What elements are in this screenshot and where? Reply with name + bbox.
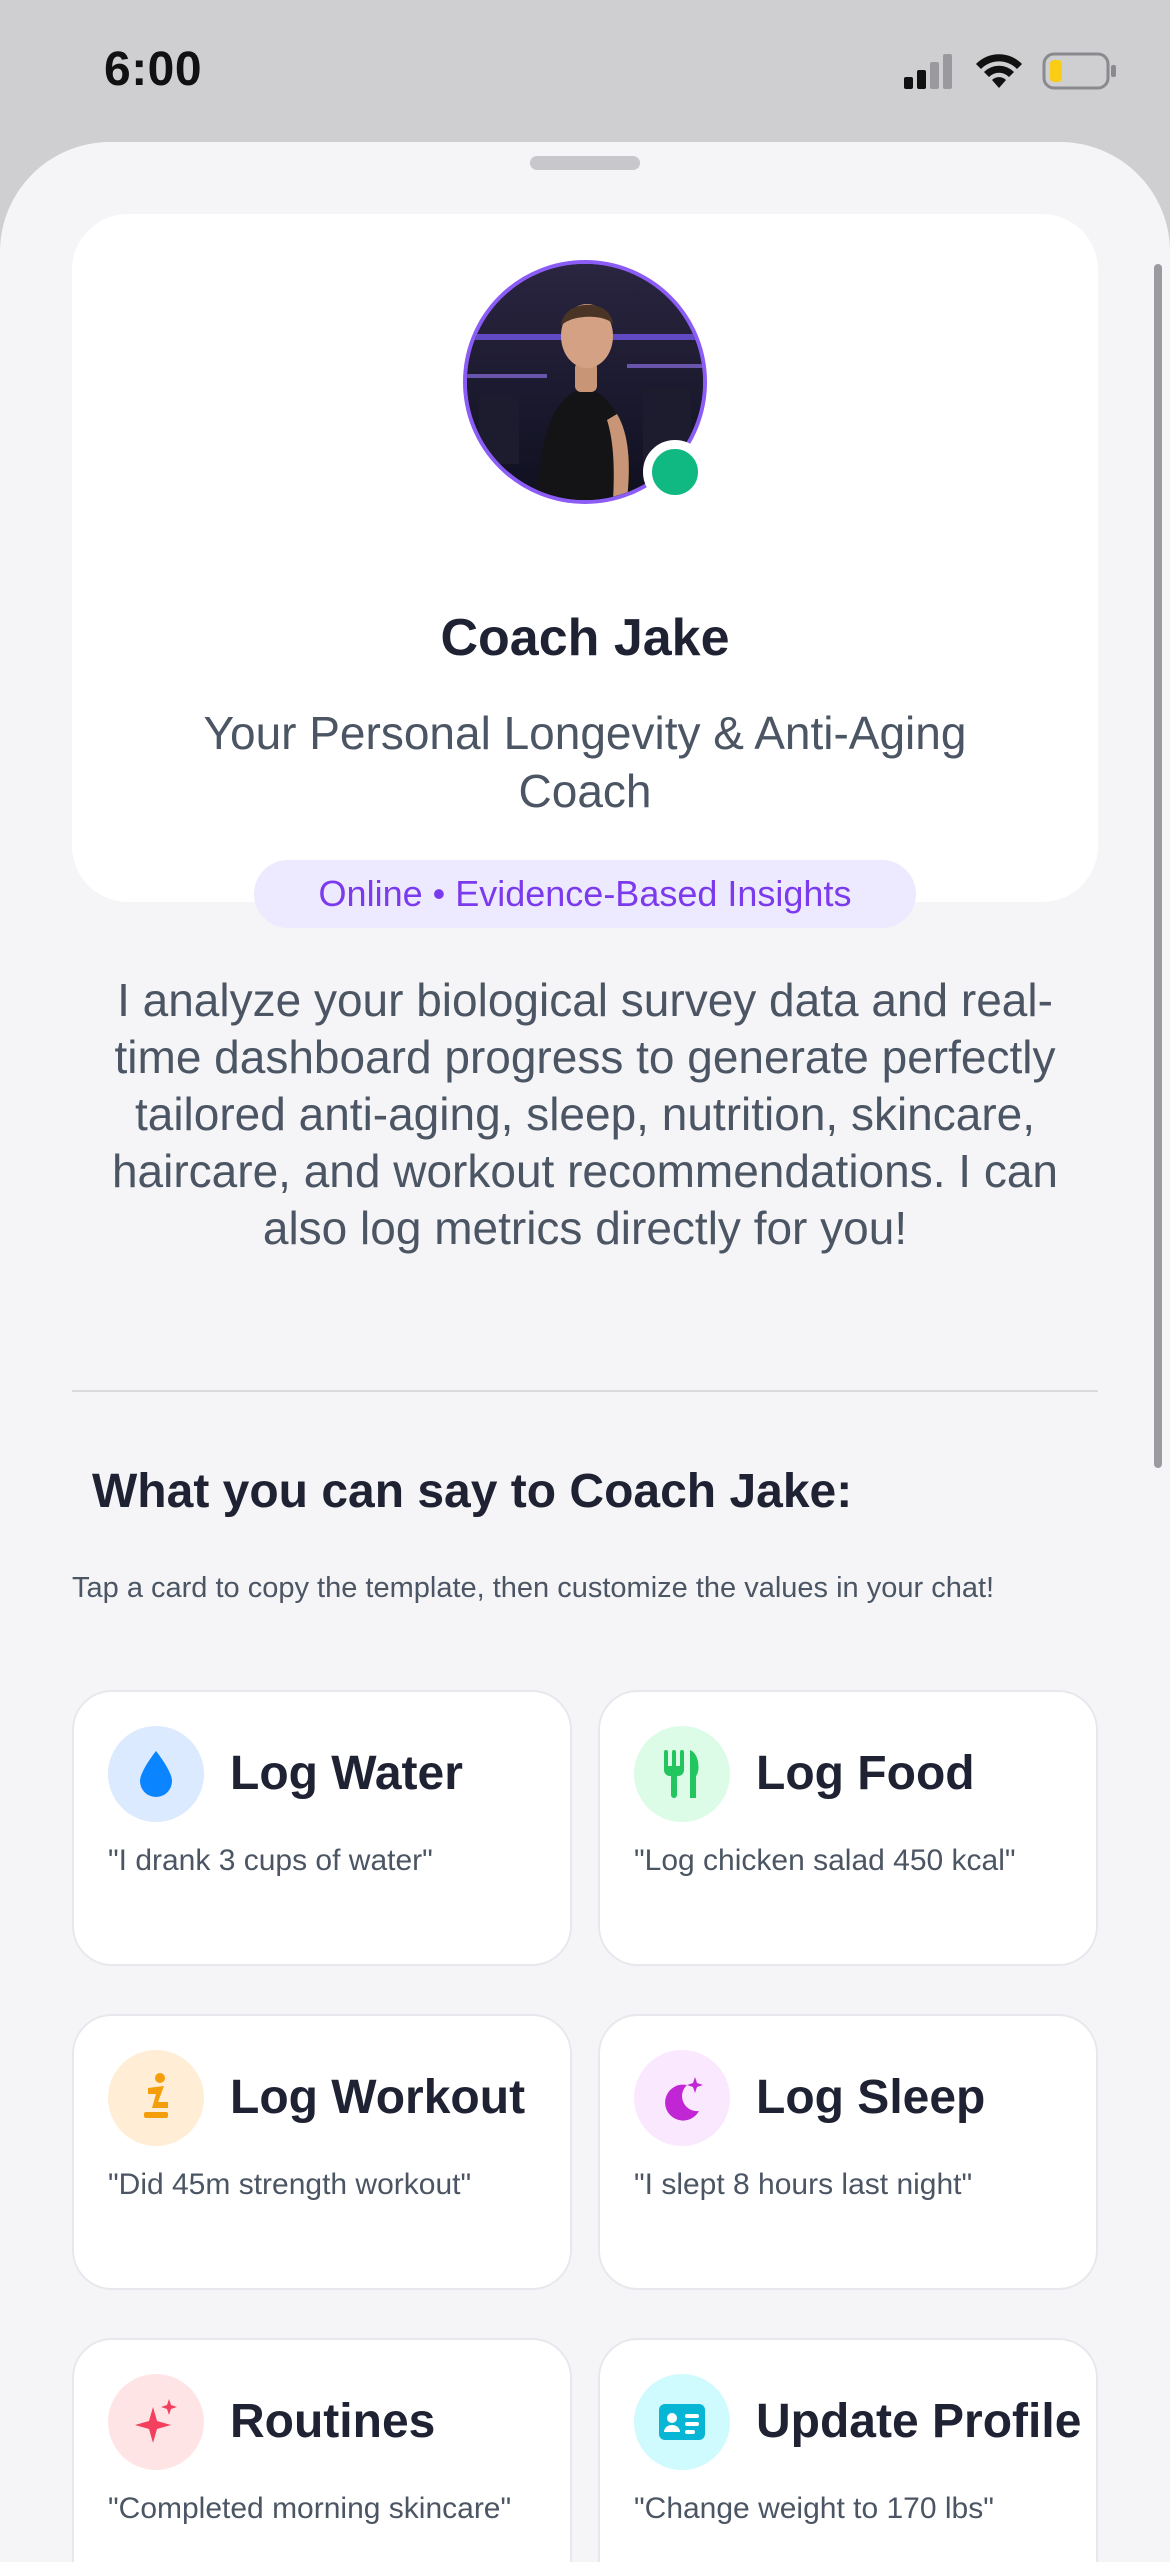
online-status-dot: [643, 440, 707, 504]
card-title: Update Profile: [756, 2395, 1082, 2448]
id-card-icon: [634, 2374, 730, 2470]
coach-intro-text: I analyze your biological survey data an…: [111, 974, 1059, 1254]
battery-icon: [1042, 52, 1118, 95]
wifi-icon: [974, 52, 1024, 95]
coach-sheet: Coach Jake Your Personal Longevity & Ant…: [0, 142, 1170, 2562]
card-title: Log Workout: [230, 2071, 526, 2124]
card-title: Log Water: [230, 1747, 463, 1800]
card-example: "I slept 8 hours last night": [634, 2168, 973, 2201]
sheet-grabber[interactable]: [530, 156, 640, 170]
coach-name: Coach Jake: [440, 609, 730, 667]
workout-figure-icon: [108, 2050, 204, 2146]
section-hint: Tap a card to copy the template, then cu…: [72, 1572, 995, 1604]
card-example: "Change weight to 170 lbs": [634, 2492, 994, 2525]
fork-knife-icon: [634, 1726, 730, 1822]
coach-status-badge: Online • Evidence-Based Insights: [254, 860, 916, 928]
moon-stars-icon: [634, 2050, 730, 2146]
coach-avatar-container: [463, 260, 707, 504]
status-time: 6:00: [104, 43, 203, 96]
section-divider: [72, 1390, 1098, 1392]
card-example: "Completed morning skincare": [108, 2492, 512, 2525]
coach-subtitle: Your Personal Longevity & Anti-Aging Coa…: [203, 707, 967, 817]
cellular-signal-icon: [904, 53, 956, 94]
card-title: Routines: [230, 2395, 436, 2448]
card-update-profile[interactable]: Update Profile "Change weight to 170 lbs…: [598, 2338, 1098, 2562]
card-log-water[interactable]: Log Water "I drank 3 cups of water": [72, 1690, 572, 1966]
water-drop-icon: [108, 1726, 204, 1822]
card-example: "Log chicken salad 450 kcal": [634, 1844, 1016, 1877]
scrollbar[interactable]: [1154, 264, 1162, 1468]
card-routines[interactable]: Routines "Completed morning skincare": [72, 2338, 572, 2562]
card-log-food[interactable]: Log Food "Log chicken salad 450 kcal": [598, 1690, 1098, 1966]
status-bar: 6:00: [0, 0, 1170, 150]
card-title: Log Food: [756, 1747, 975, 1800]
card-title: Log Sleep: [756, 2071, 986, 2124]
sparkles-icon: [108, 2374, 204, 2470]
coach-profile-card: Coach Jake Your Personal Longevity & Ant…: [72, 214, 1098, 928]
card-example: "Did 45m strength workout": [108, 2168, 472, 2201]
section-title: What you can say to Coach Jake:: [92, 1465, 853, 1518]
card-example: "I drank 3 cups of water": [108, 1844, 433, 1877]
card-log-workout[interactable]: Log Workout "Did 45m strength workout": [72, 2014, 572, 2290]
status-icons: [904, 52, 1118, 95]
card-log-sleep[interactable]: Log Sleep "I slept 8 hours last night": [598, 2014, 1098, 2290]
